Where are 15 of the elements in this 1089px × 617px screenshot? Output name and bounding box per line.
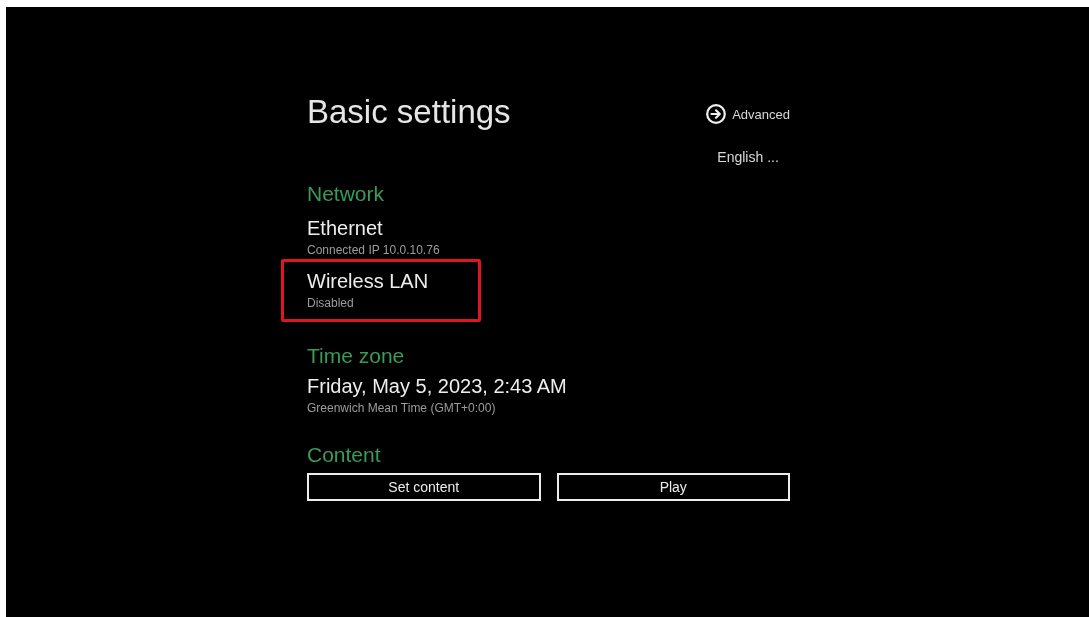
section-heading: Network [307,182,385,206]
section-heading: Time zone [307,344,405,368]
advanced-link[interactable]: Advanced [706,102,790,126]
date-time[interactable]: Friday, May 5, 2023, 2:43 AM [307,374,567,398]
action-button[interactable]: Set content [307,473,541,501]
right-arrow-circle-icon [706,104,727,124]
language-selector[interactable]: English ... [717,147,779,167]
section-heading: Content [307,443,381,467]
time-zone-name: Greenwich Mean Time (GMT+0:00) [307,401,496,415]
page-title: Basic settings [307,92,511,132]
setting-status: Connected IP 10.0.10.76 [307,243,440,257]
setting-status: Disabled [307,296,354,310]
setting-name[interactable]: Ethernet [307,217,383,239]
action-button[interactable]: Play [556,473,790,501]
setting-name[interactable]: Wireless LAN [307,270,429,292]
